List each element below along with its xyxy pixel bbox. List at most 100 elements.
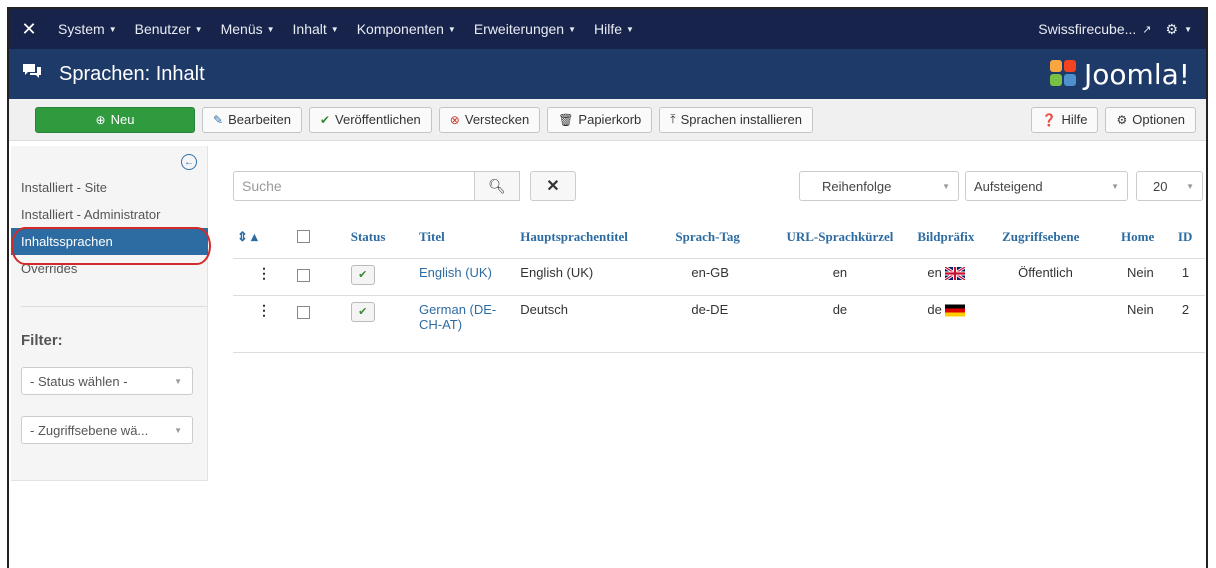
german-flag-icon [944, 304, 965, 317]
question-circle-icon: ❓ [1041, 112, 1057, 127]
unpublish-button[interactable]: ⊗ Verstecken [438, 106, 541, 133]
edit-label: Bearbeiten [228, 112, 291, 127]
id-header[interactable]: ID [1173, 216, 1205, 259]
direction-value: Aufsteigend [974, 178, 1043, 194]
joomla-x-icon[interactable]: ✕ [9, 19, 49, 40]
row-checkbox-cell [292, 258, 347, 296]
chevron-down-icon: ▼ [1186, 181, 1194, 191]
upload-icon: ⤒ [670, 112, 676, 126]
check-all-checkbox[interactable] [296, 230, 310, 244]
checkall-header[interactable] [292, 216, 347, 259]
clear-search-button[interactable]: ✕ [530, 171, 576, 201]
limit-value: 20 [1153, 178, 1168, 194]
joomla-brand-text: Joomla! [1084, 57, 1190, 91]
image-cell: en [913, 258, 999, 296]
caret-down-icon: ▼ [266, 24, 275, 34]
site-link[interactable]: Swissfirecube... ↗ [1038, 21, 1151, 37]
annotation-highlight [11, 227, 211, 265]
image-prefix: en [927, 264, 942, 280]
publish-button[interactable]: ✔ Veröffentlichen [308, 106, 432, 133]
times-circle-icon: ⊗ [449, 112, 460, 127]
page-header: Sprachen: Inhalt Joomla! [9, 49, 1206, 99]
menu-menus[interactable]: Menüs ▼ [212, 21, 284, 37]
published-toggle[interactable]: ✔ [350, 264, 375, 285]
trash-button[interactable]: 🗑 Papierkorb [547, 106, 653, 133]
menu-komponenten[interactable]: Komponenten ▼ [348, 21, 465, 37]
sidebar-item-installed-site[interactable]: Installiert - Site [11, 174, 208, 201]
row-checkbox[interactable] [296, 268, 310, 282]
limit-select[interactable]: 20 ▼ [1136, 171, 1203, 201]
title-link[interactable]: English (UK) [419, 265, 492, 280]
ordering-value: Reihenfolge [822, 178, 892, 194]
search-row: Suche 🔍︎ ✕ Reihenfolge ▼ Aufsteigend ▼ 20 ▼ [233, 171, 1205, 203]
status-filter-select[interactable]: - Status wählen - ▼ [21, 367, 193, 395]
menu-inhalt[interactable]: Inhalt ▼ [284, 21, 348, 37]
ordering-select[interactable]: Reihenfolge ▼ [799, 171, 959, 201]
menu-hilfe[interactable]: Hilfe ▼ [585, 21, 643, 37]
new-button[interactable]: ⊕ Neu [35, 106, 195, 133]
chevron-down-icon: ▼ [174, 376, 182, 386]
drag-handle-icon: ⋮ [257, 301, 271, 318]
sef-header[interactable]: URL-Sprachkürzel [766, 216, 914, 259]
drag-handle-icon: ⋮ [257, 264, 271, 281]
published-toggle[interactable]: ✔ [350, 301, 375, 322]
trash-icon: 🗑 [558, 112, 574, 127]
search-input[interactable]: Suche [233, 171, 475, 201]
unpublish-label: Verstecken [464, 112, 530, 127]
status-select-value: - Status wählen - [30, 373, 128, 389]
row-checkbox[interactable] [296, 305, 310, 319]
collapse-sidebar-icon[interactable]: ← [181, 154, 197, 170]
edit-button[interactable]: ✎ Bearbeiten [202, 106, 302, 133]
image-cell: de [913, 295, 999, 353]
top-menubar: ✕ System ▼ Benutzer ▼ Menüs ▼ Inhalt ▼ Kompo… [9, 9, 1206, 49]
access-header[interactable]: Zugriffsebene [998, 216, 1118, 259]
install-languages-button[interactable]: ⤒ Sprachen installieren [659, 106, 814, 133]
toolbar: ⊕ Neu ✎ Bearbeiten ✔ Veröffentlichen ⊗ Verst… [9, 99, 1206, 141]
status-header[interactable]: Status [346, 216, 415, 259]
drag-handle[interactable]: ⋮ [233, 258, 293, 296]
plus-circle-icon: ⊕ [95, 112, 106, 127]
menu-system[interactable]: System ▼ [49, 21, 126, 37]
app-window: ✕ System ▼ Benutzer ▼ Menüs ▼ Inhalt ▼ Kompo… [7, 7, 1208, 568]
home-cell: Nein [1117, 258, 1174, 296]
main-menu: System ▼ Benutzer ▼ Menüs ▼ Inhalt ▼ Kompone… [49, 21, 643, 37]
native-title-header[interactable]: Hauptsprachentitel [516, 216, 672, 259]
home-cell: Nein [1117, 295, 1174, 353]
menu-erweiterungen[interactable]: Erweiterungen ▼ [465, 21, 585, 37]
filter-heading: Filter: [21, 332, 63, 349]
sort-icon: ⇕ ▴ [237, 228, 258, 244]
main-content: Suche 🔍︎ ✕ Reihenfolge ▼ Aufsteigend ▼ 20 ▼… [233, 171, 1205, 353]
joomla-logo-icon [1050, 60, 1078, 88]
drag-handle[interactable]: ⋮ [233, 295, 293, 353]
caret-down-icon: ▼ [194, 24, 203, 34]
external-link-icon: ↗ [1142, 23, 1152, 36]
chevron-down-icon: ▼ [174, 425, 182, 435]
title-link[interactable]: German (DE-CH-AT) [419, 302, 499, 332]
help-label: Hilfe [1061, 112, 1088, 127]
sidebar-item-installed-admin[interactable]: Installiert - Administrator [11, 201, 208, 228]
caret-down-icon: ▼ [626, 24, 634, 34]
title-header[interactable]: Titel [414, 216, 517, 259]
menu-benutzer[interactable]: Benutzer ▼ [126, 21, 212, 37]
help-button[interactable]: ❓ Hilfe [1030, 106, 1099, 133]
chevron-down-icon: ▼ [942, 181, 950, 191]
caret-down-icon: ▼ [568, 24, 577, 34]
trash-label: Papierkorb [578, 112, 642, 127]
row-checkbox-cell [292, 295, 347, 353]
options-button[interactable]: ⚙ Optionen [1105, 106, 1196, 133]
access-cell: Öffentlich [998, 258, 1118, 296]
search-button[interactable]: 🔍︎ [474, 171, 520, 201]
home-header[interactable]: Home [1117, 216, 1174, 259]
access-filter-select[interactable]: - Zugriffsebene wä... ▼ [21, 416, 193, 444]
user-settings-menu[interactable]: ⚙ ▼ [1166, 21, 1192, 38]
tag-header[interactable]: Sprach-Tag [671, 216, 767, 259]
new-label: Neu [110, 112, 135, 127]
caret-down-icon: ▼ [447, 24, 456, 34]
table-row: ⋮ ✔ English (UK) English (UK) en-GB en e… [233, 258, 1205, 296]
caret-down-icon: ▼ [1184, 24, 1192, 34]
id-cell: 2 [1173, 295, 1205, 353]
image-header[interactable]: Bildpräfix [913, 216, 999, 259]
title-cell: English (UK) [414, 258, 517, 296]
direction-select[interactable]: Aufsteigend ▼ [965, 171, 1128, 201]
ordering-header[interactable]: ⇕ ▴ [233, 216, 293, 259]
